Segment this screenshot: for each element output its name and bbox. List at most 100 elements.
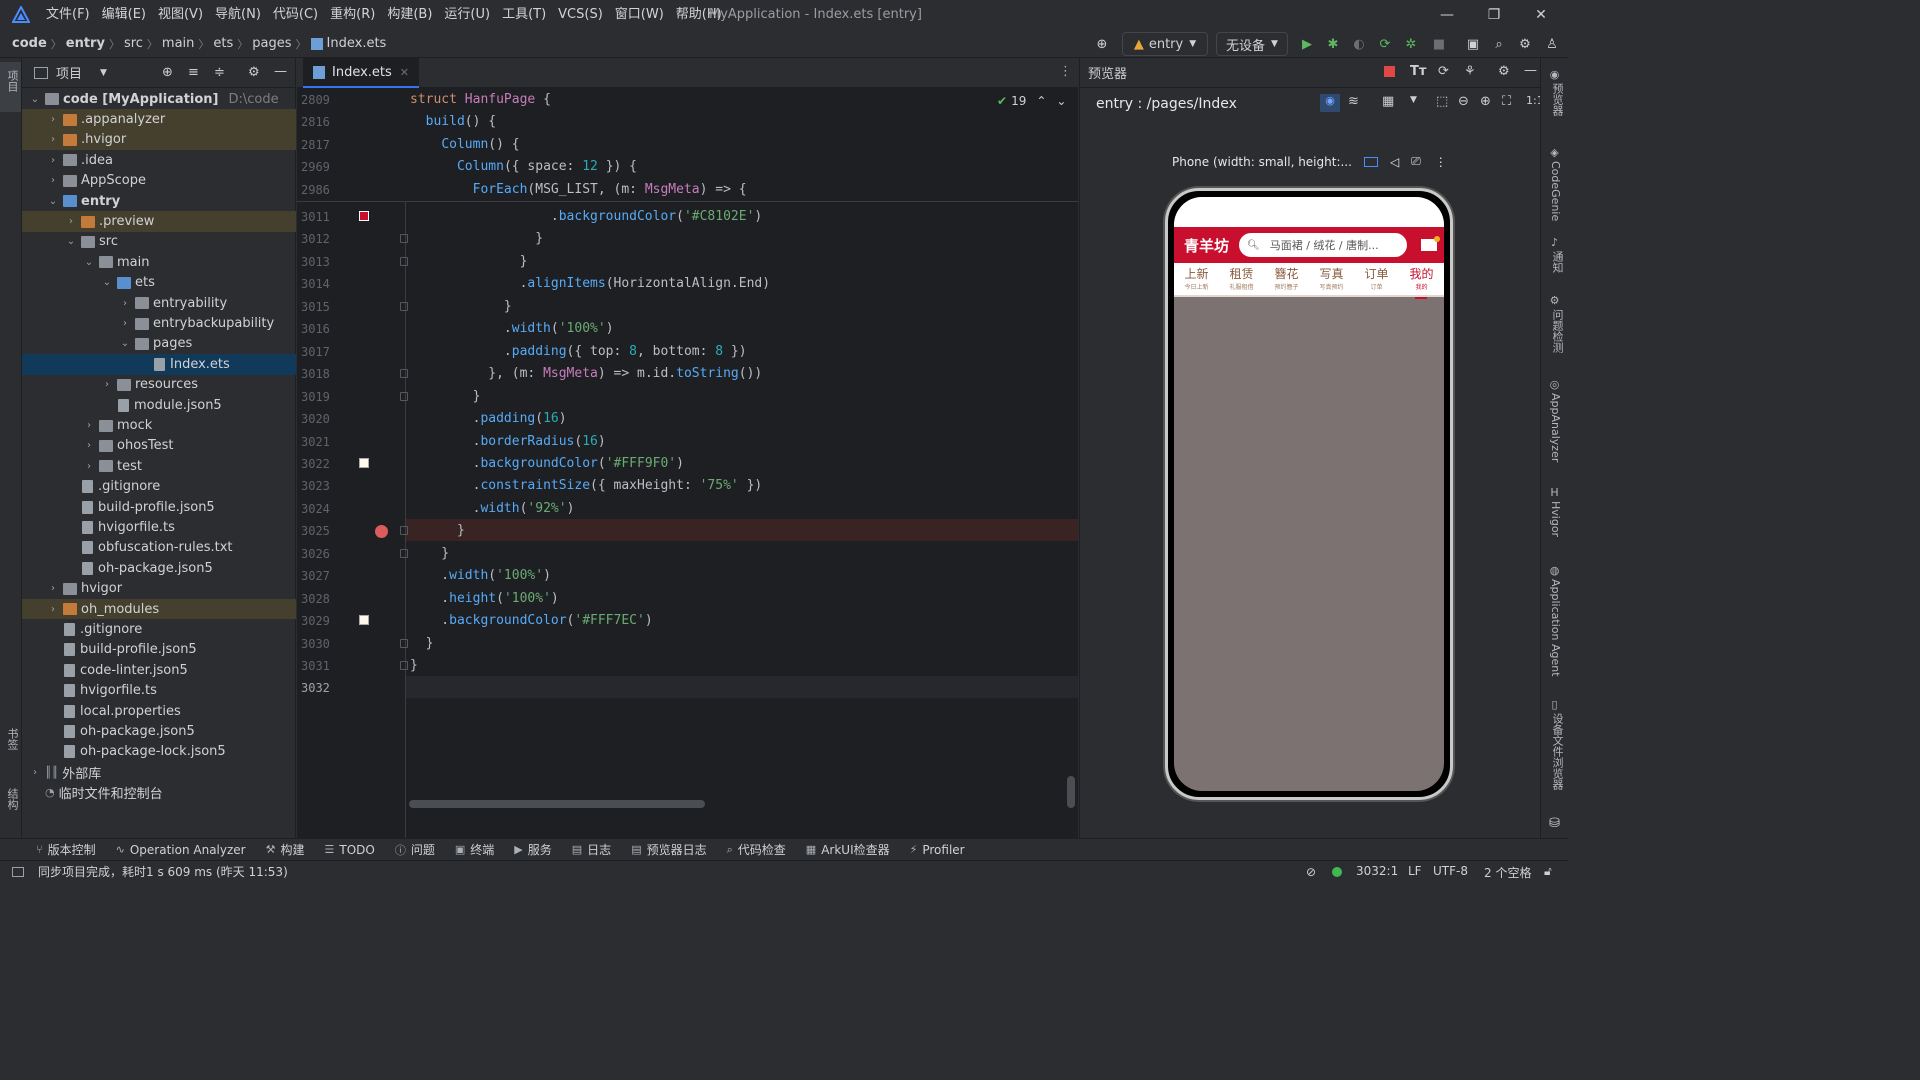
color-swatch-icon[interactable] bbox=[359, 615, 369, 626]
tree-item[interactable]: oh-package.json5 bbox=[22, 721, 296, 741]
fold-icon[interactable] bbox=[400, 391, 408, 401]
tree-item[interactable]: ⌄ main bbox=[22, 252, 296, 272]
tree-item[interactable]: oh-package.json5 bbox=[22, 558, 296, 578]
tree-item[interactable]: ⌄ ets bbox=[22, 273, 296, 293]
tree-item[interactable]: ⌄ entry bbox=[22, 191, 296, 211]
stop-preview-icon[interactable] bbox=[1384, 66, 1395, 77]
tree-item[interactable]: › .hvigor bbox=[22, 129, 296, 151]
file-encoding[interactable]: UTF-8 bbox=[1433, 864, 1468, 878]
bottom-tool-button[interactable]: ⑂ 版本控制 bbox=[36, 841, 96, 858]
hide-previewer-icon[interactable]: — bbox=[1524, 63, 1537, 78]
tree-item[interactable]: build-profile.json5 bbox=[22, 640, 296, 660]
tree-item[interactable]: › .preview bbox=[22, 211, 296, 232]
project-structure-icon[interactable]: ▣ bbox=[1462, 31, 1484, 57]
tree-item[interactable]: obfuscation-rules.txt bbox=[22, 538, 296, 558]
fold-icon[interactable] bbox=[400, 526, 408, 536]
chevron-right-icon[interactable]: › bbox=[118, 298, 132, 309]
hide-panel-icon[interactable]: — bbox=[274, 64, 287, 79]
app-search-box[interactable]: 🔍︎ 马面裙 / 绒花 / 唐制... bbox=[1239, 233, 1408, 257]
bottom-tool-button[interactable]: ⚡ Profiler bbox=[910, 843, 965, 857]
tree-item[interactable]: Index.ets bbox=[22, 354, 296, 375]
chevron-right-icon[interactable]: › bbox=[46, 114, 60, 125]
breadcrumb-item[interactable]: pages bbox=[252, 36, 291, 51]
tree-item[interactable]: › ║║ 外部库 bbox=[22, 762, 296, 782]
fold-icon[interactable] bbox=[400, 234, 408, 244]
line-separator[interactable]: LF bbox=[1408, 864, 1422, 878]
chevron-down-icon[interactable]: ⌄ bbox=[100, 277, 114, 288]
bottom-tool-button[interactable]: ∿ Operation Analyzer bbox=[116, 843, 246, 857]
run-icon[interactable]: ▶ bbox=[1296, 31, 1318, 57]
status-message[interactable]: 同步项目完成，耗时1 s 609 ms (昨天 11:53) bbox=[38, 863, 288, 880]
bottom-tool-button[interactable]: ⓘ 问题 bbox=[395, 841, 435, 858]
multi-device-icon[interactable]: ▦ bbox=[1382, 94, 1394, 109]
tree-item[interactable]: › entrybackupability bbox=[22, 313, 296, 333]
chevron-right-icon[interactable]: › bbox=[46, 604, 60, 615]
color-swatch-icon[interactable] bbox=[359, 457, 369, 468]
breadcrumb-item[interactable]: ets bbox=[213, 36, 233, 51]
attach-debugger-icon[interactable]: ✲ bbox=[1400, 31, 1422, 57]
chevron-right-icon[interactable]: › bbox=[28, 767, 42, 778]
chevron-down-icon[interactable]: ⌄ bbox=[82, 257, 96, 268]
menu-item[interactable]: 重构(R) bbox=[324, 0, 381, 30]
chevron-right-icon[interactable]: › bbox=[64, 216, 78, 227]
fold-icon[interactable] bbox=[400, 638, 408, 648]
right-tool-button[interactable]: ◎ AppAnalyzer bbox=[1541, 378, 1568, 464]
bottom-tool-button[interactable]: ▤ 日志 bbox=[572, 841, 611, 858]
bottom-tool-button[interactable]: ▣ 终端 bbox=[455, 841, 494, 858]
fold-icon[interactable] bbox=[400, 369, 408, 379]
fold-icon[interactable] bbox=[400, 661, 408, 670]
chevron-up-icon[interactable]: ⌃ bbox=[1036, 94, 1046, 108]
locate-icon[interactable]: ⊕ bbox=[162, 65, 173, 80]
breadcrumb-item[interactable]: main bbox=[162, 36, 194, 51]
app-tab[interactable]: 簪花 预约簪子 bbox=[1274, 267, 1298, 295]
menu-item[interactable]: 工具(T) bbox=[496, 0, 552, 30]
right-tool-button[interactable]: ▯ 设备文件浏览器 bbox=[1541, 698, 1568, 792]
breadcrumb-item[interactable]: src bbox=[124, 36, 143, 51]
tree-item[interactable]: ⌄ pages bbox=[22, 334, 296, 354]
fold-icon[interactable] bbox=[400, 256, 408, 266]
app-tab[interactable]: 订单 订单 bbox=[1364, 267, 1388, 295]
inspect-icon[interactable]: ⚘ bbox=[1464, 64, 1476, 79]
inspection-widget[interactable]: ✔ 19 ⌃ ⌄ bbox=[997, 94, 1066, 108]
device-selector[interactable]: 无设备 ▼ bbox=[1216, 32, 1288, 56]
chevron-down-icon[interactable]: ⌄ bbox=[118, 338, 132, 349]
menu-item[interactable]: 构建(B) bbox=[381, 0, 438, 30]
rotate-icon[interactable]: ⎚ bbox=[1411, 154, 1421, 169]
tab-index-ets[interactable]: Index.ets ✕ bbox=[303, 58, 420, 88]
right-tool-button[interactable]: H Hvigor bbox=[1541, 486, 1568, 539]
chevron-right-icon[interactable]: › bbox=[82, 461, 96, 472]
chevron-down-icon[interactable]: ⌄ bbox=[46, 196, 60, 207]
bottom-tool-button[interactable]: ⚒ 构建 bbox=[266, 841, 305, 858]
project-tool-button[interactable]: 项目 bbox=[0, 62, 21, 112]
right-tool-button[interactable]: ◉ 预览器 bbox=[1541, 68, 1568, 118]
close-window-button[interactable]: ✕ bbox=[1518, 0, 1564, 30]
chevron-down-icon[interactable]: ▼ bbox=[1410, 95, 1417, 105]
chevron-down-icon[interactable]: ⌄ bbox=[28, 94, 42, 105]
target-icon[interactable]: ⊕ bbox=[1090, 31, 1114, 57]
fold-icon[interactable] bbox=[400, 548, 408, 558]
bottom-tool-button[interactable]: ⌕ 代码检查 bbox=[727, 841, 786, 858]
code-area[interactable]: 2809 struct HanfuPage {2816 build() {2817… bbox=[297, 88, 1078, 838]
panel-settings-icon[interactable]: ⚙ bbox=[248, 65, 260, 80]
profile-icon[interactable]: ◐ bbox=[1348, 31, 1370, 57]
tree-item[interactable]: › mock bbox=[22, 415, 296, 435]
tree-item[interactable]: .gitignore bbox=[22, 477, 296, 497]
breadcrumb-item[interactable]: Index.ets bbox=[327, 36, 387, 51]
indent-setting[interactable]: 2 个空格 bbox=[1484, 864, 1531, 881]
more-options-icon[interactable]: ⋮ bbox=[1435, 155, 1447, 169]
tree-item[interactable]: ⌄ code [MyApplication] D:\code bbox=[22, 89, 296, 109]
previewer-settings-icon[interactable]: ⚙ bbox=[1498, 64, 1510, 79]
database-icon[interactable]: ⛁ bbox=[1549, 816, 1560, 831]
bottom-tool-button[interactable]: ▤ 预览器日志 bbox=[631, 841, 706, 858]
bottom-tool-button[interactable]: ▦ ArkUI检查器 bbox=[806, 841, 890, 858]
chevron-right-icon[interactable]: › bbox=[46, 134, 60, 145]
menu-item[interactable]: 视图(V) bbox=[152, 0, 209, 30]
chevron-down-icon[interactable]: ⌄ bbox=[64, 236, 78, 247]
more-tabs-icon[interactable]: ⋮ bbox=[1059, 64, 1072, 79]
breadcrumb-item[interactable]: entry bbox=[66, 36, 105, 51]
chevron-right-icon[interactable]: › bbox=[46, 175, 60, 186]
collapse-all-icon[interactable]: ≑ bbox=[214, 65, 225, 80]
screen-icon[interactable] bbox=[1363, 156, 1378, 167]
tree-item[interactable]: hvigorfile.ts bbox=[22, 681, 296, 701]
phone-screen[interactable]: 青羊坊 🔍︎ 马面裙 / 绒花 / 唐制... 上新 今日上新 租赁 礼服租借 簪花 预约… bbox=[1174, 197, 1444, 791]
